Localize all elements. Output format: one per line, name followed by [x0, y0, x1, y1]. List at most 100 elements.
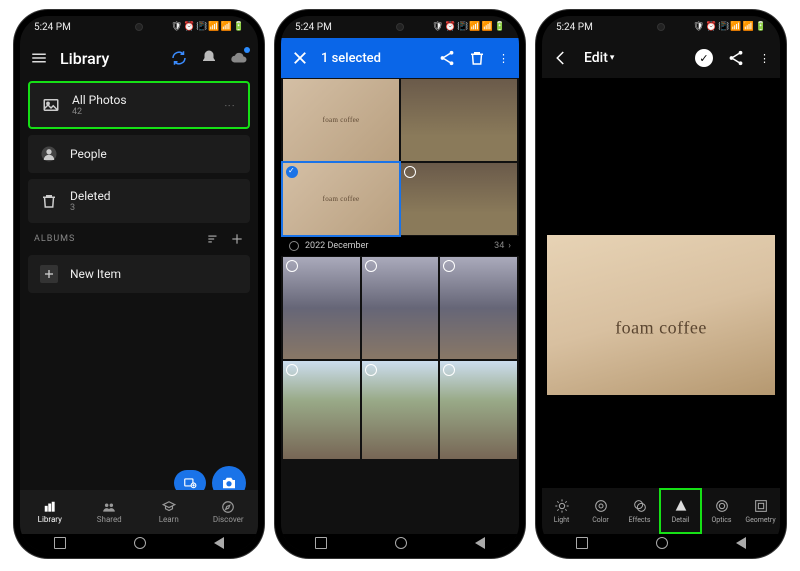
library-item-people[interactable]: People: [28, 135, 250, 173]
photo-thumbnail[interactable]: [283, 79, 399, 161]
status-time: 5:24 PM: [34, 22, 71, 33]
tool-label: Detail: [672, 516, 690, 524]
photo-thumbnail[interactable]: [362, 361, 439, 459]
trash-icon: [40, 192, 58, 210]
select-radio-icon: [286, 260, 298, 272]
library-item-deleted[interactable]: Deleted 3: [28, 179, 250, 223]
date-header[interactable]: 2022 December 34›: [281, 236, 519, 256]
bell-icon[interactable]: [200, 49, 218, 67]
close-icon[interactable]: [291, 49, 309, 67]
nav-home[interactable]: [134, 537, 146, 549]
selection-bar: 1 selected ⋮: [281, 38, 519, 78]
back-icon[interactable]: [552, 49, 570, 67]
selection-count: 1 selected: [321, 51, 426, 66]
plus-icon: [40, 265, 58, 283]
library-item-all-photos[interactable]: All Photos 42 ⋮: [28, 81, 250, 129]
album-new-item[interactable]: New Item: [28, 255, 250, 293]
edit-dropdown[interactable]: Edit ▾: [584, 50, 614, 66]
select-radio-icon: [443, 260, 455, 272]
more-icon[interactable]: ⋮: [223, 100, 236, 111]
nav-back[interactable]: [736, 537, 746, 549]
tool-label: Effects: [629, 516, 651, 524]
albums-label: ALBUMS: [34, 234, 75, 244]
edit-canvas[interactable]: foam coffee: [542, 78, 780, 552]
camera-hole: [135, 23, 143, 31]
tab-discover[interactable]: Discover: [199, 490, 259, 534]
notification-dot: [244, 47, 250, 53]
add-icon[interactable]: [230, 232, 244, 246]
status-icons: 🛡 ⏰ 📳 📶 📶 🔋: [693, 22, 766, 32]
nav-recents[interactable]: [315, 537, 327, 549]
tool-label: Light: [554, 516, 570, 524]
edit-photo: foam coffee: [547, 235, 775, 395]
photo-thumbnail[interactable]: [440, 361, 517, 459]
tab-library[interactable]: Library: [20, 490, 80, 534]
effects-icon: [632, 498, 648, 514]
image-icon: [42, 96, 60, 114]
nav-home[interactable]: [656, 537, 668, 549]
trash-icon[interactable]: [468, 49, 486, 67]
camera-hole: [657, 23, 665, 31]
app-bar: Library: [20, 38, 258, 78]
tab-label: Learn: [159, 515, 179, 524]
select-radio-icon: [443, 364, 455, 376]
photo-grid: 2022 December 34›: [281, 78, 519, 552]
select-radio-icon: [365, 364, 377, 376]
more-icon[interactable]: ⋮: [498, 52, 509, 65]
edit-title: Edit: [584, 50, 608, 66]
confirm-icon[interactable]: ✓: [695, 49, 713, 67]
tool-geometry[interactable]: Geometry: [741, 488, 780, 534]
select-radio-icon: [289, 241, 299, 251]
more-icon[interactable]: ⋮: [759, 52, 770, 65]
tab-shared[interactable]: Shared: [80, 490, 140, 534]
photo-thumbnail[interactable]: [440, 257, 517, 359]
edit-bar: Edit ▾ ✓ ⋮: [542, 38, 780, 78]
sort-icon[interactable]: [206, 232, 220, 246]
tool-light[interactable]: Light: [542, 488, 581, 534]
select-radio-icon: [404, 166, 416, 178]
status-time: 5:24 PM: [295, 22, 332, 33]
phone-library: 5:24 PM 🛡 ⏰ 📳 📶 📶 🔋 Library: [14, 10, 264, 558]
detail-icon: [673, 498, 689, 514]
cloud-icon[interactable]: [230, 49, 248, 67]
tool-label: Color: [592, 516, 609, 524]
tab-label: Discover: [213, 515, 244, 524]
photo-thumbnail[interactable]: [401, 163, 517, 235]
tab-learn[interactable]: Learn: [139, 490, 199, 534]
tool-effects[interactable]: Effects: [620, 488, 659, 534]
android-navbar: [20, 534, 258, 552]
camera-hole: [396, 23, 404, 31]
nav-back[interactable]: [214, 537, 224, 549]
label: All Photos: [72, 93, 127, 107]
edit-tools: Light Color Effects Detail: [542, 488, 780, 534]
chevron-right-icon: ›: [508, 241, 511, 251]
nav-recents[interactable]: [54, 537, 66, 549]
nav-home[interactable]: [395, 537, 407, 549]
photo-thumbnail[interactable]: [401, 79, 517, 161]
photo-thumbnail[interactable]: [283, 163, 399, 235]
tab-label: Library: [38, 515, 62, 524]
tool-detail[interactable]: Detail: [659, 488, 702, 534]
share-icon[interactable]: [727, 49, 745, 67]
android-navbar: [281, 534, 519, 552]
nav-recents[interactable]: [576, 537, 588, 549]
photo-thumbnail[interactable]: [283, 257, 360, 359]
color-icon: [593, 498, 609, 514]
photo-thumbnail[interactable]: [283, 361, 360, 459]
share-icon[interactable]: [438, 49, 456, 67]
select-check-icon: [286, 166, 298, 178]
status-icons: 🛡 ⏰ 📳 📶 📶 🔋: [171, 22, 244, 32]
status-time: 5:24 PM: [556, 22, 593, 33]
nav-back[interactable]: [475, 537, 485, 549]
hamburger-icon[interactable]: [30, 49, 48, 67]
person-icon: [40, 145, 58, 163]
tool-optics[interactable]: Optics: [702, 488, 741, 534]
phone-edit: 5:24 PM 🛡 ⏰ 📳 📶 📶 🔋 Edit ▾ ✓ ⋮ foam coff…: [536, 10, 786, 558]
sync-icon[interactable]: [170, 49, 188, 67]
optics-icon: [714, 498, 730, 514]
count: 42: [72, 107, 127, 117]
photo-thumbnail[interactable]: [362, 257, 439, 359]
android-navbar: [542, 534, 780, 552]
date-label: 2022 December: [305, 241, 368, 251]
tool-color[interactable]: Color: [581, 488, 620, 534]
